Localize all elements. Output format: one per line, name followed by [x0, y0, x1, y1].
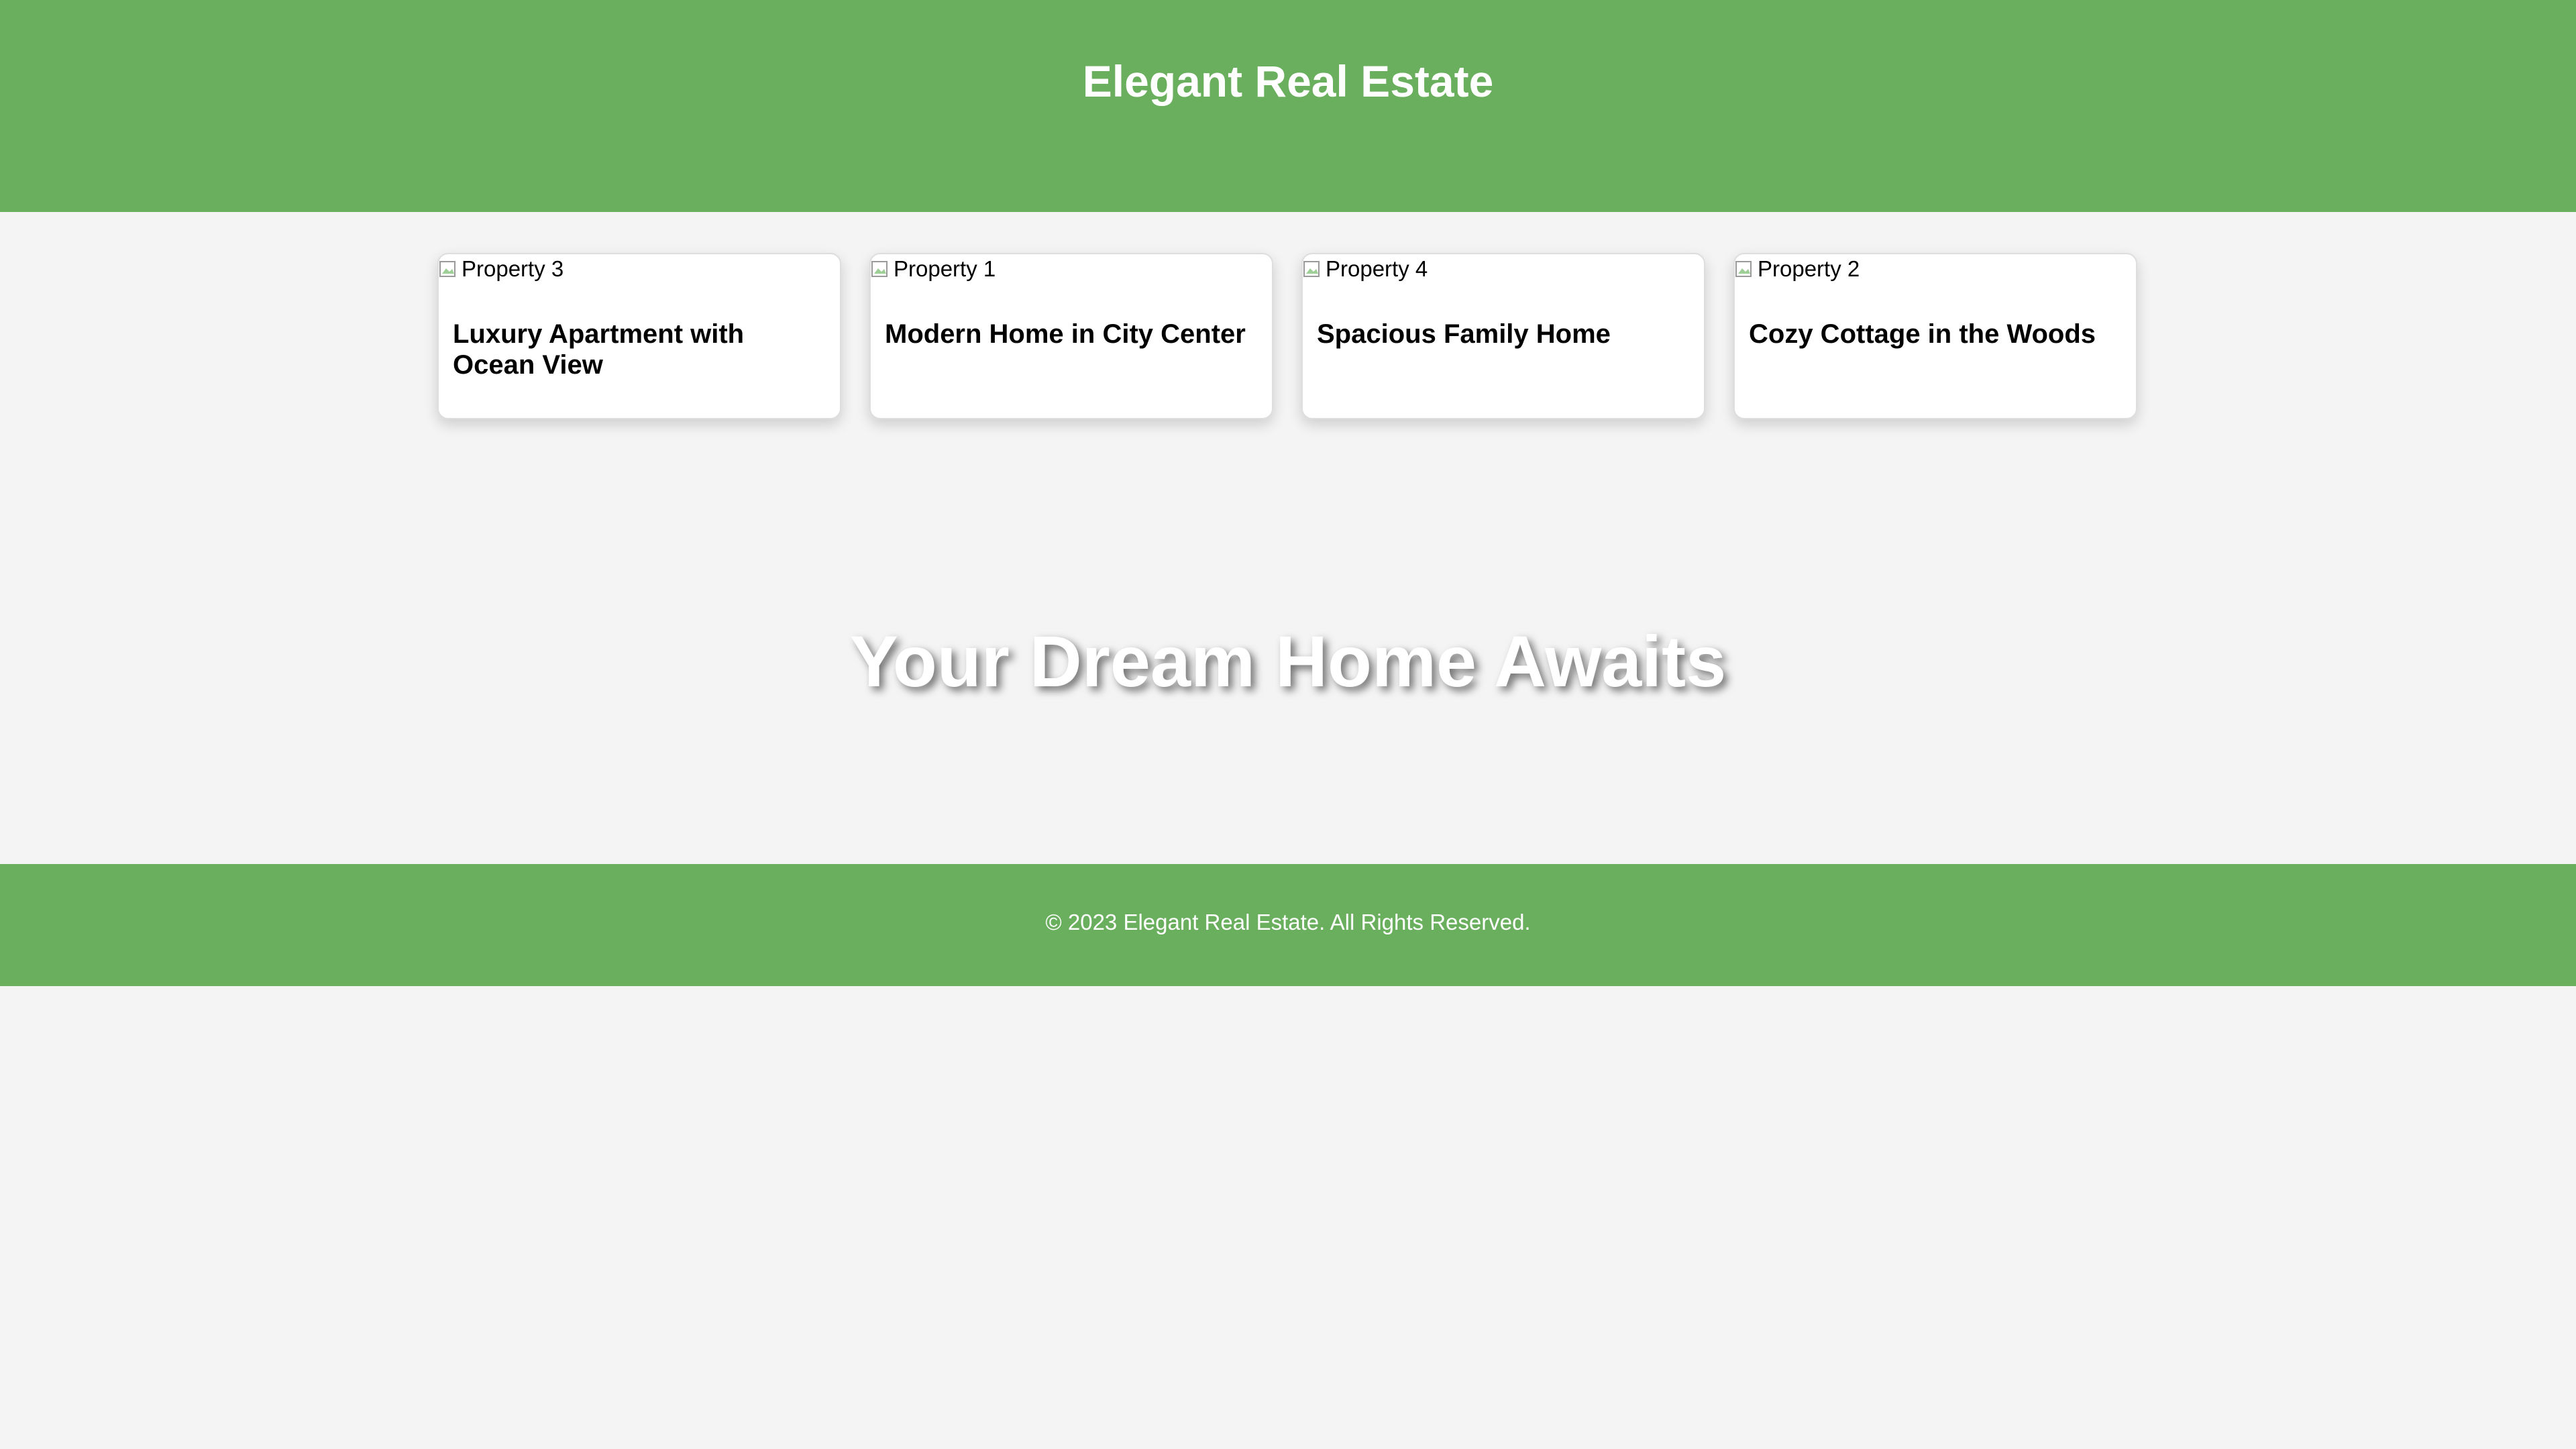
broken-image-icon — [1735, 259, 1756, 280]
property-image: Property 2 — [1735, 254, 1860, 284]
site-footer: © 2023 Elegant Real Estate. All Rights R… — [0, 864, 2576, 986]
hero-title: Your Dream Home Awaits — [849, 621, 1727, 702]
property-card[interactable]: Property 2 Cozy Cottage in the Woods — [1733, 253, 2137, 419]
footer-copyright: © 2023 Elegant Real Estate. All Rights R… — [1045, 910, 1531, 934]
property-image-alt: Property 1 — [894, 256, 996, 281]
property-image: Property 4 — [1303, 254, 1428, 284]
property-image-alt: Property 2 — [1758, 256, 1860, 281]
property-image: Property 1 — [871, 254, 996, 284]
broken-image-icon — [439, 259, 460, 280]
site-title: Elegant Real Estate — [1082, 56, 1494, 106]
property-title[interactable]: Modern Home in City Center — [885, 319, 1258, 350]
property-image-alt: Property 3 — [462, 256, 564, 281]
property-title[interactable]: Luxury Apartment with Ocean View — [453, 319, 826, 380]
property-card[interactable]: Property 4 Spacious Family Home — [1301, 253, 1705, 419]
property-image-alt: Property 4 — [1326, 256, 1428, 281]
broken-image-icon — [871, 259, 892, 280]
property-card[interactable]: Property 1 Modern Home in City Center — [869, 253, 1273, 419]
site-header: Elegant Real Estate — [0, 0, 2576, 212]
property-listings: Property 3 Luxury Apartment with Ocean V… — [437, 253, 2139, 421]
property-card[interactable]: Property 3 Luxury Apartment with Ocean V… — [437, 253, 841, 419]
property-title[interactable]: Cozy Cottage in the Woods — [1749, 319, 2123, 350]
property-image: Property 3 — [439, 254, 564, 284]
broken-image-icon — [1303, 259, 1324, 280]
property-title[interactable]: Spacious Family Home — [1317, 319, 1690, 350]
